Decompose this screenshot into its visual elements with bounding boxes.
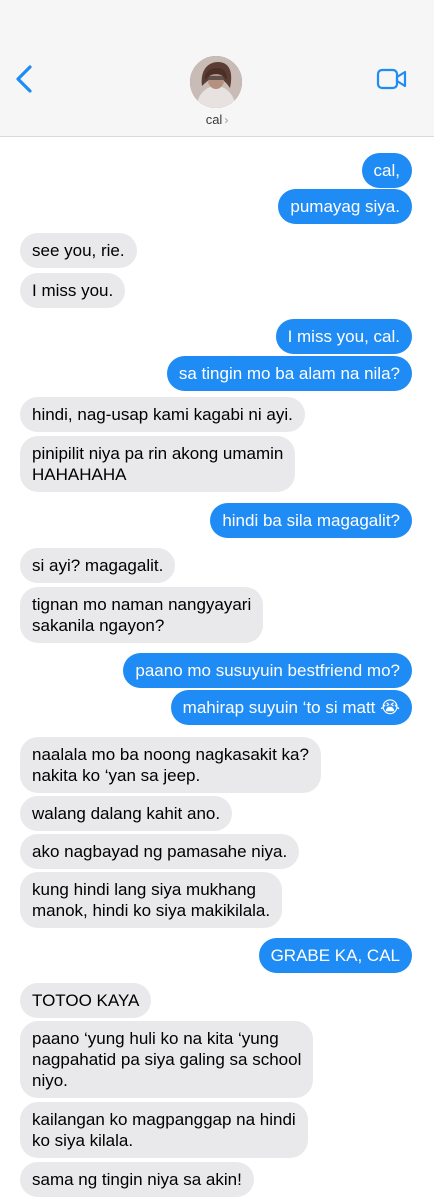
message-bubble-incoming[interactable]: see you, rie. <box>20 233 137 268</box>
message-thread: cal, pumayag siya. see you, rie. I miss … <box>0 0 434 1200</box>
message-bubble-outgoing[interactable]: I miss you, cal. <box>275 319 412 354</box>
message-bubble-incoming[interactable]: kung hindi lang siya mukhang manok, hind… <box>20 872 283 928</box>
message-bubble-incoming[interactable]: TOTOO KAYA <box>20 983 152 1018</box>
message-bubble-outgoing[interactable]: cal, <box>361 153 412 188</box>
message-bubble-incoming[interactable]: walang dalang kahit ano. <box>20 796 233 831</box>
message-bubble-incoming[interactable]: sama ng tingin niya sa akin! <box>20 1162 254 1197</box>
message-bubble-outgoing[interactable]: paano mo susuyuin bestfriend mo? <box>123 653 412 688</box>
message-bubble-incoming[interactable]: naalala mo ba noong nagkasakit ka? nakit… <box>20 737 321 793</box>
message-bubble-incoming[interactable]: si ayi? magagalit. <box>20 548 176 583</box>
message-bubble-outgoing[interactable]: pumayag siya. <box>278 189 412 224</box>
message-bubble-incoming[interactable]: paano ‘yung huli ko na kita ‘yung nagpah… <box>20 1021 314 1098</box>
message-bubble-outgoing[interactable]: sa tingin mo ba alam na nila? <box>166 356 412 391</box>
message-bubble-incoming[interactable]: I miss you. <box>20 273 126 308</box>
message-bubble-incoming[interactable]: hindi, nag-usap kami kagabi ni ayi. <box>20 397 305 432</box>
message-bubble-outgoing[interactable]: mahirap suyuin ‘to si matt 😭 <box>170 690 412 725</box>
message-bubble-incoming[interactable]: pinipilit niya pa rin akong umamin HAHAH… <box>20 436 296 492</box>
message-bubble-incoming[interactable]: ako nagbayad ng pamasahe niya. <box>20 834 300 869</box>
message-bubble-incoming[interactable]: tignan mo naman nangyayari sakanila ngay… <box>20 587 264 643</box>
message-bubble-outgoing[interactable]: GRABE KA, CAL <box>258 938 412 973</box>
message-bubble-outgoing[interactable]: hindi ba sila magagalit? <box>210 503 412 538</box>
message-bubble-incoming[interactable]: kailangan ko magpanggap na hindi ko siya… <box>20 1102 308 1158</box>
